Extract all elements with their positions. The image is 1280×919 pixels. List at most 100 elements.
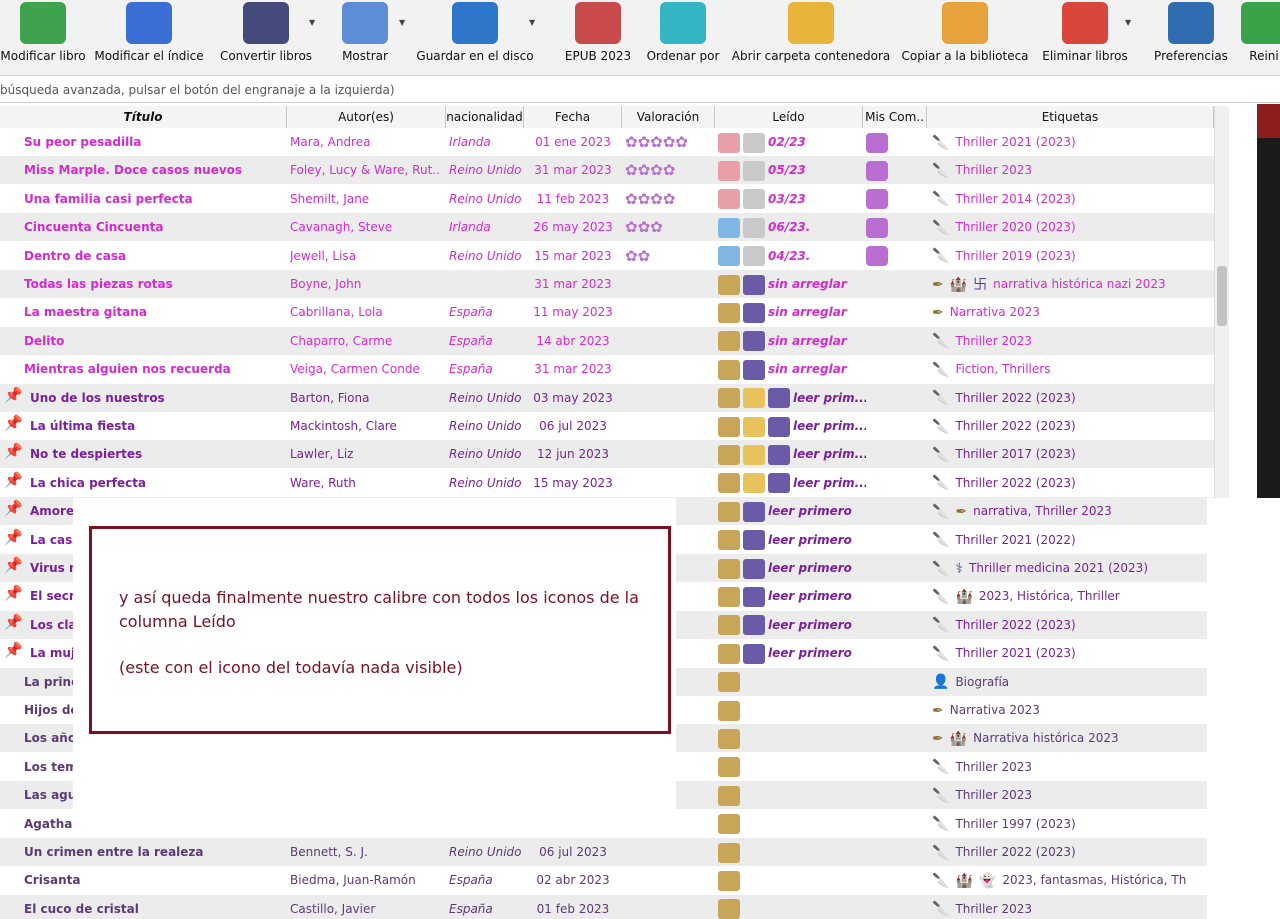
column-header[interactable]: Etiquetas [927, 106, 1214, 128]
dropdown-arrow-icon[interactable]: ▼ [399, 18, 405, 27]
column-header[interactable]: Mis Com.. [863, 106, 927, 128]
book-title[interactable]: Una familia casi perfecta [24, 185, 284, 213]
vertical-scrollbar[interactable] [1214, 106, 1229, 506]
table-row[interactable]: Mientras alguien nos recuerda Veiga, Carm… [0, 355, 1214, 384]
book-author[interactable]: Castillo, Javier [290, 895, 443, 919]
book-title[interactable]: El cuco de cristal [24, 895, 284, 919]
book-title[interactable]: La última fiesta [30, 412, 290, 440]
toolbar-button-4[interactable]: Guardar en el disco ▼ [412, 0, 538, 72]
book-tags[interactable]: 🔪 Fiction, Thrillers [932, 355, 1211, 383]
book-tags[interactable]: 🔪 Thriller 2021 (2023) [932, 639, 1211, 667]
rating-stars[interactable]: ✿✿✿✿✿ [625, 128, 718, 156]
book-title[interactable]: Dentro de casa [24, 242, 284, 270]
rating-stars[interactable]: ✿✿ [625, 242, 718, 270]
read-status[interactable] [718, 753, 866, 781]
toolbar-button-6[interactable]: Ordenar por [642, 0, 724, 72]
table-row[interactable]: Crisanta Biedma, Juan-Ramón España 02 abr 2… [0, 866, 1214, 895]
read-status[interactable] [718, 866, 866, 894]
book-author[interactable]: Bennett, S. J. [290, 838, 443, 866]
book-author[interactable]: Biedma, Juan-Ramón [290, 866, 443, 894]
table-row[interactable]: Su peor pesadilla Mara, Andrea Irlanda 01 e… [0, 128, 1214, 156]
book-tags[interactable]: 🔪 🏰 👻 2023, fantasmas, Histórica, Th [932, 866, 1211, 894]
column-header[interactable]: nacionalidad [446, 106, 524, 128]
book-tags[interactable]: 🔪 Thriller 2023 [932, 753, 1211, 781]
read-status[interactable]: leer primero [718, 526, 866, 554]
book-author[interactable]: Cavanagh, Steve [290, 213, 443, 241]
book-tags[interactable]: 🔪 Thriller 2021 (2023) [932, 128, 1211, 156]
table-row[interactable]: Cincuenta Cincuenta Cavanagh, Steve Irland… [0, 213, 1214, 242]
read-status[interactable]: leer prim... [718, 469, 866, 497]
read-status[interactable]: leer primero [718, 639, 866, 667]
book-tags[interactable]: 🔪 Thriller 2022 (2023) [932, 412, 1211, 440]
book-author[interactable]: Cabrillana, Lola [290, 298, 443, 326]
book-title[interactable]: Un crimen entre la realeza [24, 838, 284, 866]
read-status[interactable]: leer primero [718, 554, 866, 582]
read-status[interactable] [718, 668, 866, 696]
table-row[interactable]: Una familia casi perfecta Shemilt, Jane Re… [0, 184, 1214, 213]
book-tags[interactable]: ✒ 🏰 卐 narrativa histórica nazi 2023 [932, 270, 1211, 298]
my-comments-cell[interactable] [866, 156, 906, 184]
table-row[interactable]: Un crimen entre la realeza Bennett, S. J.… [0, 838, 1214, 866]
toolbar-button-1[interactable]: Modificar el índice [88, 0, 210, 72]
book-tags[interactable]: 🔪 Thriller 2014 (2023) [932, 185, 1211, 213]
book-tags[interactable]: 🔪 Thriller 2022 (2023) [932, 838, 1211, 866]
book-author[interactable]: Foley, Lucy & Ware, Rut.. [290, 156, 443, 184]
toolbar-button-9[interactable]: Eliminar libros ▼ [1036, 0, 1134, 72]
search-bar[interactable]: búsqueda avanzada, pulsar el botón del e… [0, 78, 1280, 103]
rating-stars[interactable]: ✿✿✿ [625, 213, 718, 241]
book-tags[interactable]: ✒ 🏰 Narrativa histórica 2023 [932, 724, 1211, 752]
read-status[interactable] [718, 696, 866, 724]
read-status[interactable] [718, 810, 866, 838]
book-tags[interactable]: 🔪 ✒ narrativa, Thriller 2023 [932, 497, 1211, 525]
book-author[interactable]: Lawler, Liz [290, 440, 443, 468]
book-title[interactable]: Su peor pesadilla [24, 128, 284, 156]
read-status[interactable]: 05/23 [718, 156, 866, 184]
book-tags[interactable]: 🔪 ⚕ Thriller medicina 2021 (2023) [932, 554, 1211, 582]
book-tags[interactable]: 🔪 Thriller 2023 [932, 327, 1211, 355]
read-status[interactable]: leer primero [718, 497, 866, 525]
book-tags[interactable]: 🔪 Thriller 2019 (2023) [932, 242, 1211, 270]
book-tags[interactable]: 🔪 Thriller 2021 (2022) [932, 526, 1211, 554]
table-row[interactable]: Delito Chaparro, Carme España 14 abr 2023 si… [0, 326, 1214, 355]
my-comments-cell[interactable] [866, 185, 906, 213]
book-author[interactable]: Mackintosh, Clare [290, 412, 443, 440]
read-status[interactable]: sin arreglar [718, 327, 866, 355]
read-status[interactable]: leer primero [718, 611, 866, 639]
toolbar-button-2[interactable]: Convertir libros ▼ [214, 0, 318, 72]
table-row[interactable]: 📌 La última fiesta Mackintosh, Clare Reino … [0, 412, 1214, 440]
column-header[interactable]: Leído [715, 106, 863, 128]
book-author[interactable]: Ware, Ruth [290, 469, 443, 497]
table-row[interactable]: El cuco de cristal Castillo, Javier España… [0, 894, 1214, 919]
my-comments-cell[interactable] [866, 213, 906, 241]
read-status[interactable] [718, 895, 866, 919]
column-header[interactable]: Autor(es) [287, 106, 446, 128]
book-tags[interactable]: 🔪 🏰 2023, Histórica, Thriller [932, 582, 1211, 610]
rating-stars[interactable]: ✿✿✿✿ [625, 156, 718, 184]
toolbar-button-11[interactable]: Reini [1241, 0, 1280, 72]
book-author[interactable]: Boyne, John [290, 270, 443, 298]
book-title[interactable]: Uno de los nuestros [30, 384, 290, 412]
table-row[interactable]: La maestra gitana Cabrillana, Lola España 1… [0, 298, 1214, 327]
book-tags[interactable]: ✒ Narrativa 2023 [932, 298, 1211, 326]
book-tags[interactable]: 🔪 Thriller 1997 (2023) [932, 810, 1211, 838]
read-status[interactable]: 04/23. [718, 242, 866, 270]
my-comments-cell[interactable] [866, 242, 906, 270]
read-status[interactable]: sin arreglar [718, 298, 866, 326]
book-tags[interactable]: ✒ Narrativa 2023 [932, 696, 1211, 724]
rating-stars[interactable]: ✿✿✿✿ [625, 185, 718, 213]
book-author[interactable]: Jewell, Lisa [290, 242, 443, 270]
book-tags[interactable]: 👤 Biografía [932, 668, 1211, 696]
dropdown-arrow-icon[interactable]: ▼ [529, 18, 535, 27]
book-title[interactable]: Todas las piezas rotas [24, 270, 284, 298]
toolbar-button-8[interactable]: Copiar a la biblioteca [898, 0, 1032, 72]
read-status[interactable]: 03/23 [718, 185, 866, 213]
read-status[interactable]: 02/23 [718, 128, 866, 156]
book-title[interactable]: Delito [24, 327, 284, 355]
read-status[interactable] [718, 724, 866, 752]
book-author[interactable]: Chaparro, Carme [290, 327, 443, 355]
toolbar-button-10[interactable]: Preferencias [1146, 0, 1236, 72]
read-status[interactable]: leer prim... [718, 384, 866, 412]
book-author[interactable]: Veiga, Carmen Conde [290, 355, 443, 383]
toolbar-button-5[interactable]: EPUB 2023 [556, 0, 640, 72]
table-row[interactable]: Todas las piezas rotas Boyne, John 31 mar … [0, 270, 1214, 298]
